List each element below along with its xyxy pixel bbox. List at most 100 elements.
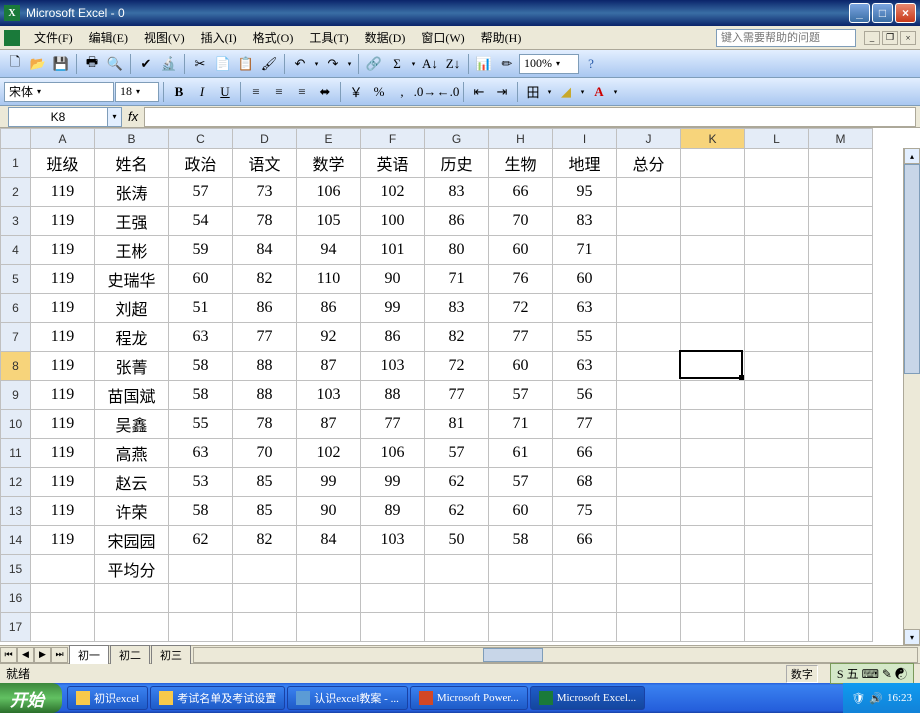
cell[interactable]: 程龙	[95, 323, 169, 352]
cell[interactable]: 56	[553, 381, 617, 410]
cell[interactable]	[809, 178, 873, 207]
cell[interactable]	[809, 526, 873, 555]
cell[interactable]: 70	[233, 439, 297, 468]
cell[interactable]: 平均分	[95, 555, 169, 584]
cell[interactable]: 57	[489, 381, 553, 410]
cell[interactable]	[617, 265, 681, 294]
cell[interactable]	[233, 555, 297, 584]
drawing-button[interactable]: ✏	[496, 53, 518, 75]
row-header[interactable]: 2	[1, 178, 31, 207]
column-header[interactable]: M	[809, 129, 873, 149]
cell[interactable]	[617, 207, 681, 236]
select-all-corner[interactable]	[1, 129, 31, 149]
cell[interactable]	[169, 613, 233, 642]
cell[interactable]: 99	[297, 468, 361, 497]
fill-color-dropdown[interactable]: ▾	[578, 88, 587, 96]
cell[interactable]	[617, 497, 681, 526]
column-header[interactable]: G	[425, 129, 489, 149]
cell[interactable]	[617, 381, 681, 410]
cell[interactable]: 119	[31, 381, 95, 410]
column-header[interactable]: J	[617, 129, 681, 149]
cell[interactable]: 119	[31, 439, 95, 468]
row-header[interactable]: 12	[1, 468, 31, 497]
cell[interactable]	[489, 555, 553, 584]
cell[interactable]	[617, 439, 681, 468]
name-box-dropdown[interactable]: ▾	[108, 107, 122, 127]
cell[interactable]	[745, 207, 809, 236]
column-header[interactable]: I	[553, 129, 617, 149]
cell[interactable]: 119	[31, 178, 95, 207]
cell[interactable]	[297, 584, 361, 613]
cell[interactable]: 99	[361, 468, 425, 497]
cell[interactable]: 90	[361, 265, 425, 294]
cell[interactable]	[745, 265, 809, 294]
doc-icon[interactable]	[4, 30, 20, 46]
cell[interactable]: 88	[361, 381, 425, 410]
cell[interactable]	[745, 149, 809, 178]
cell[interactable]: 80	[425, 236, 489, 265]
cell[interactable]: 吴鑫	[95, 410, 169, 439]
cell[interactable]: 88	[233, 352, 297, 381]
tab-first-button[interactable]: ⏮	[0, 647, 17, 663]
copy-button[interactable]: 📄	[212, 53, 234, 75]
row-header[interactable]: 5	[1, 265, 31, 294]
cell[interactable]: 66	[553, 526, 617, 555]
cell[interactable]	[553, 555, 617, 584]
cell[interactable]: 99	[361, 294, 425, 323]
cell[interactable]	[809, 468, 873, 497]
doc-minimize-button[interactable]: _	[864, 31, 880, 45]
row-header[interactable]: 7	[1, 323, 31, 352]
underline-button[interactable]: U	[214, 81, 236, 103]
cell[interactable]: 78	[233, 207, 297, 236]
cell[interactable]: 58	[489, 526, 553, 555]
column-header[interactable]: C	[169, 129, 233, 149]
cell[interactable]: 119	[31, 352, 95, 381]
save-button[interactable]: 💾	[50, 53, 72, 75]
cell[interactable]: 86	[297, 294, 361, 323]
cell[interactable]: 106	[361, 439, 425, 468]
cell[interactable]: 119	[31, 294, 95, 323]
font-combo[interactable]: 宋体▾	[4, 82, 114, 102]
cell[interactable]	[681, 352, 745, 381]
cell[interactable]: 70	[489, 207, 553, 236]
cell[interactable]	[617, 410, 681, 439]
cell[interactable]: 105	[297, 207, 361, 236]
cell[interactable]	[617, 584, 681, 613]
currency-button[interactable]: ￥	[345, 81, 367, 103]
column-header[interactable]: L	[745, 129, 809, 149]
cell[interactable]	[31, 555, 95, 584]
cell[interactable]	[745, 439, 809, 468]
row-header[interactable]: 8	[1, 352, 31, 381]
cell[interactable]	[745, 584, 809, 613]
cell[interactable]: 历史	[425, 149, 489, 178]
cell[interactable]: 94	[297, 236, 361, 265]
cell[interactable]: 史瑞华	[95, 265, 169, 294]
cell[interactable]	[681, 468, 745, 497]
cell[interactable]: 政治	[169, 149, 233, 178]
borders-dropdown[interactable]: ▾	[545, 88, 554, 96]
row-header[interactable]: 11	[1, 439, 31, 468]
undo-dropdown[interactable]: ▾	[312, 60, 321, 68]
cell[interactable]: 苗国斌	[95, 381, 169, 410]
cell[interactable]	[553, 613, 617, 642]
cell[interactable]	[809, 236, 873, 265]
cell[interactable]: 57	[425, 439, 489, 468]
align-left-button[interactable]: ≡	[245, 81, 267, 103]
cell[interactable]	[745, 497, 809, 526]
ime-indicator[interactable]: S 五 ⌨ ✎ ☯	[830, 663, 914, 684]
cell[interactable]	[809, 613, 873, 642]
merge-center-button[interactable]: ⬌	[314, 81, 336, 103]
cell[interactable]: 119	[31, 265, 95, 294]
cell[interactable]	[489, 613, 553, 642]
autosum-dropdown[interactable]: ▾	[409, 60, 418, 68]
cell[interactable]: 77	[361, 410, 425, 439]
cell[interactable]: 班级	[31, 149, 95, 178]
chart-button[interactable]: 📊	[473, 53, 495, 75]
cell[interactable]: 60	[489, 352, 553, 381]
cell[interactable]: 王彬	[95, 236, 169, 265]
cell[interactable]: 73	[233, 178, 297, 207]
cell[interactable]	[425, 613, 489, 642]
cell[interactable]	[617, 236, 681, 265]
row-header[interactable]: 14	[1, 526, 31, 555]
open-button[interactable]: 📂	[27, 53, 49, 75]
